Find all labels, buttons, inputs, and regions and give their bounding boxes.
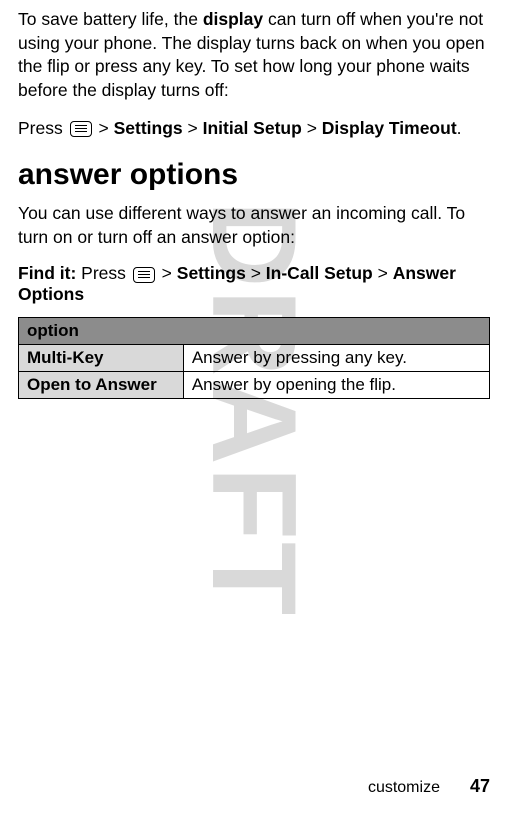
option-open-to-answer-desc: Answer by opening the flip.	[183, 372, 489, 399]
find-it-press: Press	[76, 263, 130, 283]
table-row: Multi-Key Answer by pressing any key.	[19, 345, 490, 372]
option-multikey-desc: Answer by pressing any key.	[183, 345, 489, 372]
intro-paragraph: To save battery life, the display can tu…	[18, 8, 490, 103]
period-1: .	[457, 118, 462, 138]
intro-text-1: To save battery life, the	[18, 9, 203, 29]
intro-bold-display: display	[203, 9, 263, 29]
gt-2a: >	[162, 263, 172, 283]
menu-key-icon	[70, 121, 92, 137]
section-heading-answer-options: answer options	[18, 158, 490, 192]
footer-section-name: customize	[368, 779, 440, 796]
gt-1a: >	[98, 118, 108, 138]
path-display-timeout: Display Timeout	[322, 118, 457, 138]
option-multikey: Multi-Key	[19, 345, 184, 372]
table-header-row: option	[19, 318, 490, 345]
answer-options-paragraph: You can use different ways to answer an …	[18, 202, 490, 249]
path-settings-2: Settings	[177, 263, 246, 283]
gt-1b: >	[188, 118, 198, 138]
page-footer: customize 47	[368, 776, 490, 797]
find-it-line: Find it: Press > Settings > In-Call Setu…	[18, 263, 490, 305]
press-path-1: Press > Settings > Initial Setup > Displ…	[18, 117, 490, 141]
menu-key-icon-2	[133, 267, 155, 283]
table-header-option: option	[19, 318, 490, 345]
option-open-to-answer: Open to Answer	[19, 372, 184, 399]
gt-2c: >	[378, 263, 388, 283]
footer-page-number: 47	[470, 776, 490, 796]
gt-2b: >	[251, 263, 261, 283]
path-incall-setup: In-Call Setup	[266, 263, 373, 283]
gt-1c: >	[307, 118, 317, 138]
page-content: To save battery life, the display can tu…	[18, 8, 490, 399]
answer-options-table: option Multi-Key Answer by pressing any …	[18, 317, 490, 399]
press-label: Press	[18, 118, 68, 138]
table-row: Open to Answer Answer by opening the fli…	[19, 372, 490, 399]
path-initial-setup: Initial Setup	[203, 118, 302, 138]
find-it-label: Find it:	[18, 263, 76, 283]
path-settings-1: Settings	[114, 118, 183, 138]
